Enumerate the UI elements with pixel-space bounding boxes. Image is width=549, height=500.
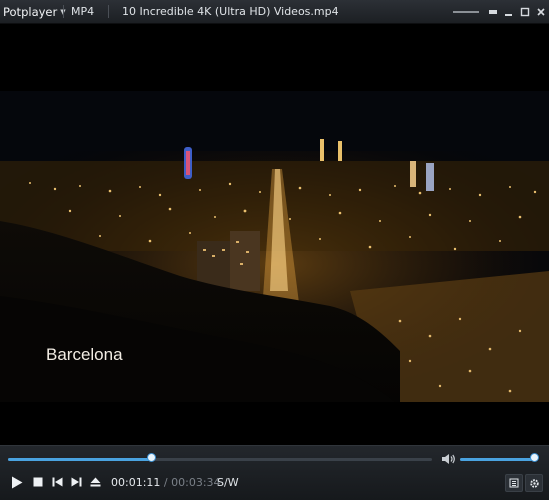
- maximize-icon[interactable]: [517, 0, 533, 23]
- seek-progress: [8, 458, 153, 461]
- close-icon[interactable]: [533, 0, 549, 23]
- current-time: 00:01:11: [111, 476, 161, 489]
- control-bar: 00:01:11 / 00:03:34 S/W: [0, 445, 549, 500]
- settings-button[interactable]: [525, 474, 543, 492]
- title-bar: Potplayer ▼ MP4 10 Incredible 4K (Ultra …: [0, 0, 549, 24]
- video-frame[interactable]: Barcelona: [0, 91, 549, 402]
- previous-button[interactable]: [48, 474, 66, 490]
- total-time: 00:03:34: [171, 476, 221, 489]
- pin-icon[interactable]: [485, 0, 501, 23]
- stop-icon: [33, 477, 43, 487]
- window-controls: [453, 0, 549, 23]
- previous-icon: [52, 477, 62, 487]
- play-icon: [12, 476, 23, 488]
- volume-slider[interactable]: [460, 453, 539, 462]
- next-icon: [71, 477, 81, 487]
- video-area[interactable]: Barcelona: [0, 24, 549, 445]
- speaker-icon[interactable]: [441, 451, 457, 465]
- eject-button[interactable]: [86, 474, 104, 490]
- playlist-icon: [509, 478, 519, 488]
- time-display: 00:01:11 / 00:03:34: [111, 476, 221, 489]
- video-caption: Barcelona: [46, 345, 123, 364]
- app-menu-button[interactable]: Potplayer ▼: [3, 4, 66, 19]
- eject-icon: [90, 477, 100, 487]
- divider: [108, 5, 109, 18]
- divider: [63, 5, 64, 18]
- opacity-slider[interactable]: [453, 6, 479, 18]
- seek-bar[interactable]: [8, 453, 432, 462]
- play-button[interactable]: [8, 474, 26, 490]
- stop-button[interactable]: [29, 474, 47, 490]
- mode-label[interactable]: S/W: [217, 476, 239, 489]
- next-button[interactable]: [67, 474, 85, 490]
- playlist-button[interactable]: [505, 474, 523, 492]
- volume-handle[interactable]: [529, 453, 539, 462]
- minimize-icon[interactable]: [501, 0, 517, 23]
- app-name: Potplayer: [3, 4, 58, 19]
- format-label[interactable]: MP4: [71, 5, 94, 18]
- time-separator: /: [163, 476, 168, 489]
- volume-level: [460, 458, 535, 461]
- settings-icon: [529, 478, 539, 488]
- window-title: 10 Incredible 4K (Ultra HD) Videos.mp4: [122, 5, 339, 18]
